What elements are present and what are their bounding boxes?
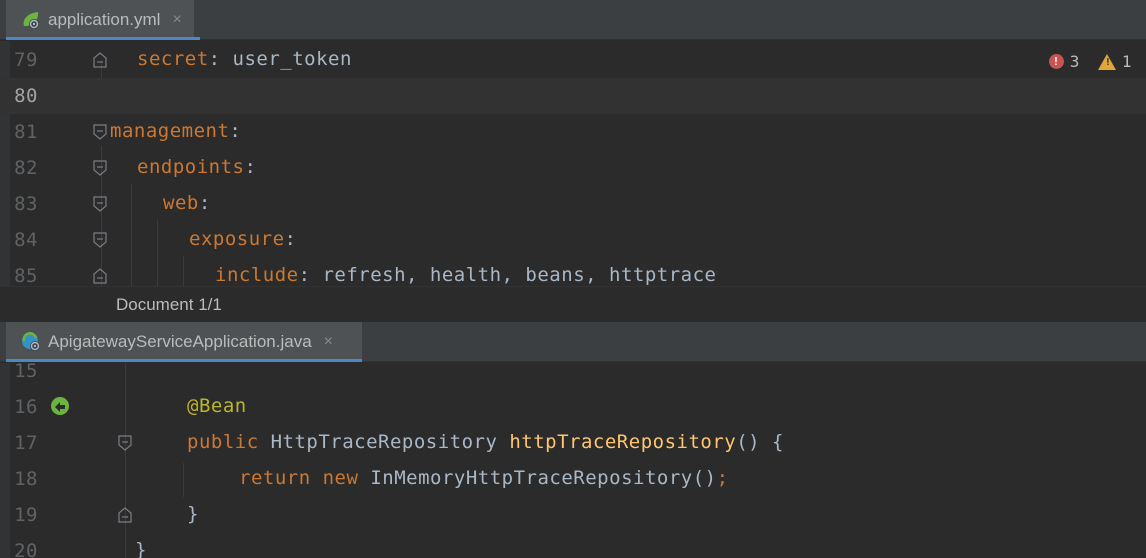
error-count: 3 — [1069, 52, 1080, 71]
inspection-widget[interactable]: ! 3 ! 1 — [1048, 52, 1132, 71]
code-text: return new InMemoryHttpTraceRepository()… — [239, 467, 729, 489]
java-keyword: return — [239, 467, 311, 489]
yaml-separator: : — [284, 228, 297, 250]
yaml-separator: : — [229, 120, 242, 142]
fold-end-icon[interactable] — [93, 52, 107, 68]
yaml-editor[interactable]: 79 secret: user_token 80 81 management: … — [0, 41, 1146, 286]
bottom-tab-bar: ApigatewayServiceApplication.java × — [0, 322, 1146, 362]
tab-label: application.yml — [48, 10, 161, 29]
code-line: 84 exposure: — [0, 222, 1146, 258]
line-number: 80 — [14, 85, 38, 107]
yaml-key: web — [163, 192, 199, 214]
yaml-separator: : — [198, 192, 211, 214]
fold-end-icon[interactable] — [93, 268, 107, 284]
java-brace: } — [187, 503, 199, 525]
fold-end-icon[interactable] — [118, 507, 132, 523]
line-number: 84 — [14, 229, 38, 251]
yaml-key: management — [110, 120, 230, 142]
yaml-value: user_token — [220, 48, 352, 70]
close-icon[interactable]: × — [324, 333, 333, 351]
java-annotation: @Bean — [187, 395, 247, 417]
code-line: 81 management: — [0, 114, 1146, 150]
line-number: 17 — [14, 432, 38, 454]
code-line: 15 — [0, 363, 1146, 389]
code-line: 19 } — [0, 497, 1146, 533]
java-expression: InMemoryHttpTraceRepository() — [358, 467, 717, 489]
java-class-icon — [20, 331, 42, 353]
fold-start-icon[interactable] — [118, 435, 132, 451]
yaml-key: secret — [137, 48, 209, 70]
java-keyword: public — [187, 431, 259, 453]
code-text: management: — [110, 120, 241, 142]
line-number: 15 — [14, 363, 38, 382]
tab-apigateway-service-application-java[interactable]: ApigatewayServiceApplication.java × — [6, 322, 362, 362]
java-semicolon: ; — [716, 467, 729, 489]
tab-label: ApigatewayServiceApplication.java — [48, 332, 312, 351]
code-line: 85 include: refresh, health, beans, http… — [0, 258, 1146, 286]
line-number: 81 — [14, 121, 38, 143]
code-text: secret: user_token — [137, 48, 352, 70]
fold-start-icon[interactable] — [93, 124, 107, 140]
line-number: 18 — [14, 468, 38, 490]
line-number: 79 — [14, 49, 38, 71]
fold-start-icon[interactable] — [93, 160, 107, 176]
breadcrumb[interactable]: Document 1/1 — [0, 286, 1146, 322]
line-number: 83 — [14, 193, 38, 215]
yaml-value: refresh, health, beans, httptrace — [310, 264, 717, 286]
top-tab-bar: application.yml × — [0, 0, 1146, 40]
close-icon[interactable]: × — [172, 11, 181, 29]
active-tab-indicator — [6, 359, 362, 362]
java-type: HttpTraceRepository — [258, 431, 510, 453]
line-number: 16 — [14, 396, 38, 418]
code-text: web: — [163, 192, 211, 214]
java-keyword: new — [310, 467, 359, 489]
line-number: 19 — [14, 504, 38, 526]
yaml-separator: : — [298, 264, 311, 286]
breadcrumb-text: Document 1/1 — [116, 295, 222, 314]
code-line: 20 } — [0, 533, 1146, 558]
code-text: exposure: — [189, 228, 296, 250]
code-line: 16 @Bean — [0, 389, 1146, 425]
active-tab-indicator — [6, 37, 200, 40]
yaml-separator: : — [208, 48, 221, 70]
warning-icon: ! — [1097, 53, 1116, 70]
code-line: 82 endpoints: — [0, 150, 1146, 186]
code-text: } — [187, 503, 199, 525]
code-text: public HttpTraceRepository httpTraceRepo… — [187, 431, 784, 453]
code-line: 17 public HttpTraceRepository httpTraceR… — [0, 425, 1146, 461]
code-line: 79 secret: user_token — [0, 42, 1146, 78]
yaml-separator: : — [244, 156, 257, 178]
yaml-key: exposure — [189, 228, 285, 250]
error-icon: ! — [1048, 54, 1064, 69]
line-number: 20 — [14, 540, 38, 558]
line-number: 85 — [14, 265, 38, 286]
java-editor[interactable]: 15 16 @Bean 17 public HttpTraceRepositor… — [0, 363, 1146, 558]
code-line: 83 web: — [0, 186, 1146, 222]
fold-start-icon[interactable] — [93, 196, 107, 212]
code-text: } — [135, 539, 147, 558]
code-line: 18 return new InMemoryHttpTraceRepositor… — [0, 461, 1146, 497]
java-method-name: httpTraceRepository — [509, 431, 737, 453]
code-text: endpoints: — [137, 156, 256, 178]
code-line-current: 80 — [0, 78, 1146, 114]
fold-start-icon[interactable] — [93, 232, 107, 248]
code-text: @Bean — [187, 395, 247, 417]
code-text: include: refresh, health, beans, httptra… — [215, 264, 716, 286]
yaml-key: endpoints — [137, 156, 245, 178]
java-punctuation: () { — [736, 431, 784, 453]
java-brace: } — [135, 539, 147, 558]
warning-count: 1 — [1121, 52, 1132, 71]
spring-bean-gutter-icon[interactable] — [48, 395, 72, 417]
yaml-key: include — [215, 264, 299, 286]
tab-application-yml[interactable]: application.yml × — [6, 0, 194, 40]
spring-yaml-icon — [20, 9, 42, 31]
line-number: 82 — [14, 157, 38, 179]
